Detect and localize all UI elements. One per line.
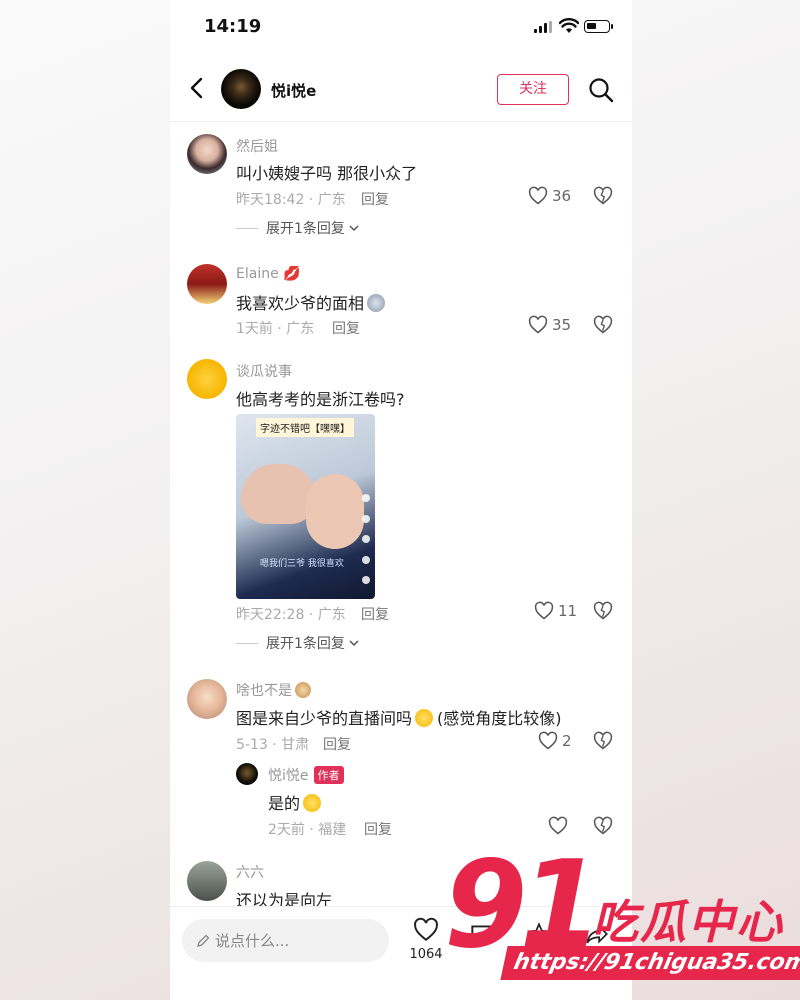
like-button[interactable]: 2 — [538, 731, 572, 751]
comment-text: 我喜欢少爷的面相 — [236, 290, 386, 314]
expand-replies-button[interactable]: 展开1条回复 — [236, 633, 360, 653]
pencil-icon — [197, 934, 210, 947]
dog-emoji-icon — [295, 682, 311, 698]
follow-button[interactable]: 关注 — [497, 74, 569, 105]
signal-icon — [534, 21, 552, 33]
comment-image[interactable]: 字迹不错吧【嘿嘿】 嗯我们三爷 我很喜欢 — [236, 414, 375, 599]
expand-replies-button[interactable]: 展开1条回复 — [236, 218, 360, 238]
heart-icon — [528, 186, 548, 205]
avatar[interactable] — [187, 134, 227, 174]
input-placeholder: 说点什么... — [215, 932, 290, 950]
reply-button[interactable]: 回复 — [364, 819, 392, 839]
reply-button[interactable]: 回复 — [323, 734, 351, 754]
comment-input[interactable]: 说点什么... — [182, 919, 389, 962]
author-badge: 作者 — [313, 766, 344, 784]
avatar[interactable] — [187, 679, 227, 719]
like-count: 36 — [552, 187, 572, 205]
comment-username[interactable]: 谈瓜说事 — [236, 361, 292, 381]
comment-meta: 1天前 · 广东 — [236, 321, 315, 337]
avatar[interactable] — [187, 264, 227, 304]
avatar[interactable] — [187, 861, 227, 901]
heart-icon — [528, 315, 548, 334]
dislike-icon[interactable] — [593, 315, 613, 335]
image-caption: 字迹不错吧【嘿嘿】 — [256, 418, 354, 437]
comment-meta: 昨天22:28 · 广东 — [236, 607, 346, 623]
like-count: 2 — [562, 732, 572, 750]
avatar[interactable] — [187, 359, 227, 399]
comment-text: 他高考考的是浙江卷吗? — [236, 390, 405, 409]
username-text: 悦i悦e — [268, 768, 309, 784]
share-icon[interactable] — [584, 921, 610, 947]
post-like-button[interactable]: 1064 — [408, 917, 444, 962]
chevron-down-icon — [349, 640, 359, 647]
wifi-icon — [559, 18, 579, 33]
comment-suffix: (感觉角度比较像) — [437, 709, 562, 728]
heart-icon — [538, 731, 558, 750]
username-text: 啥也不是 — [236, 683, 292, 699]
laugh-cry-emoji-icon — [415, 709, 434, 727]
comment-username[interactable]: 然后姐 — [236, 136, 278, 156]
like-button[interactable]: 35 — [528, 315, 571, 335]
reply-meta: 2天前 · 福建 — [268, 822, 347, 838]
comment-username[interactable]: 啥也不是 — [236, 680, 311, 700]
like-button[interactable]: 11 — [534, 601, 577, 621]
status-time: 14:19 — [204, 16, 262, 37]
cat-emoji-icon — [367, 294, 386, 312]
phone-screen: 14:19 悦i悦e 关注 然后姐 叫小姨嫂子吗 那很小众了 昨天18:42 ·… — [170, 0, 632, 1000]
author-avatar[interactable] — [236, 763, 258, 785]
heart-icon — [534, 601, 554, 620]
battery-icon — [584, 20, 613, 33]
heart-icon — [414, 917, 438, 941]
comment-text: 图是来自少爷的直播间吗 (感觉角度比较像) — [236, 705, 562, 729]
comment-meta: 昨天18:42 · 广东 — [236, 192, 346, 208]
post-like-count: 1064 — [409, 947, 443, 962]
search-icon[interactable] — [588, 77, 614, 103]
top-navbar: 悦i悦e 关注 — [170, 56, 632, 122]
bottom-bar: 说点什么... 1064 — [170, 906, 632, 1000]
reply-button[interactable]: 回复 — [332, 318, 360, 338]
like-count: 11 — [558, 602, 578, 620]
dislike-icon[interactable] — [593, 816, 613, 836]
author-username[interactable]: 悦i悦e 作者 — [268, 765, 344, 785]
expand-label: 展开1条回复 — [266, 221, 345, 237]
chevron-down-icon — [349, 225, 359, 232]
back-arrow-icon[interactable] — [186, 76, 210, 100]
expand-label: 展开1条回复 — [266, 636, 345, 652]
reply-text: 是的 — [268, 790, 322, 814]
reply-button[interactable]: 回复 — [361, 189, 389, 209]
star-icon[interactable] — [526, 921, 552, 947]
dislike-icon[interactable] — [593, 601, 613, 621]
heart-icon[interactable] — [548, 816, 568, 836]
comment-username[interactable]: 六六 — [236, 862, 264, 882]
username-text: Elaine — [236, 266, 279, 282]
profile-name[interactable]: 悦i悦e — [271, 80, 316, 101]
comment-text: 叫小姨嫂子吗 那很小众了 — [236, 164, 418, 183]
comment-bubble-icon[interactable] — [468, 921, 494, 947]
comment-username[interactable]: Elaine 💋 — [236, 266, 301, 282]
reply-body: 是的 — [268, 794, 301, 813]
status-bar: 14:19 — [170, 0, 632, 56]
comment-body: 我喜欢少爷的面相 — [236, 294, 365, 313]
image-subtitle: 嗯我们三爷 我很喜欢 — [260, 559, 344, 569]
like-button[interactable]: 36 — [528, 186, 571, 206]
like-count: 35 — [552, 316, 572, 334]
dislike-icon[interactable] — [593, 731, 613, 751]
image-side-icons — [360, 494, 372, 584]
comment-meta: 5-13 · 甘肃 — [236, 737, 310, 753]
reply-button[interactable]: 回复 — [361, 604, 389, 624]
smirk-emoji-icon — [303, 794, 322, 812]
lips-emoji-icon: 💋 — [283, 266, 301, 282]
dislike-icon[interactable] — [593, 186, 613, 206]
profile-avatar[interactable] — [221, 69, 261, 109]
comment-body: 图是来自少爷的直播间吗 — [236, 709, 413, 728]
